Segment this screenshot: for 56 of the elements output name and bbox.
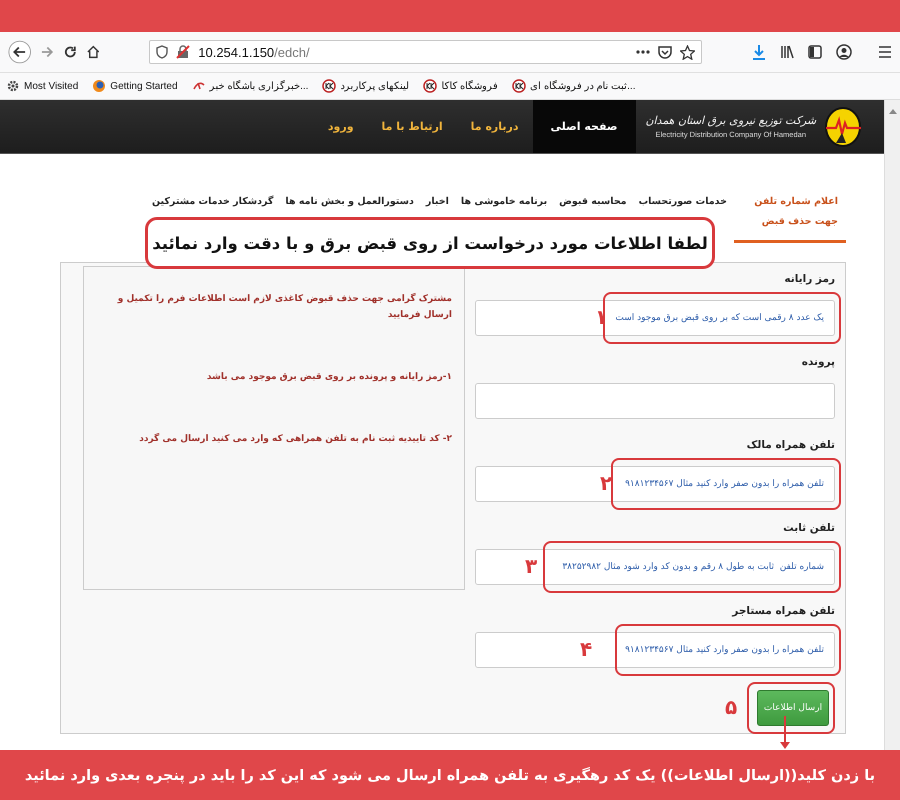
tab[interactable]: برنامه خاموشی ها [456, 190, 552, 213]
annotation-number: ۲ [600, 471, 612, 495]
library-icon[interactable] [780, 45, 794, 59]
field-label: تلفن همراه مالک [746, 439, 835, 453]
bookmark[interactable]: خبرگزاری باشگاه خبر... [192, 79, 308, 93]
menu-icon[interactable] [878, 46, 892, 58]
input-field[interactable] [475, 383, 835, 419]
footer-note: با زدن کلید((ارسال اطلاعات)) یک کد رهگیری به تلفن همراه ارسال می شود که این کد را باید در پنجره بعدی وارد نمائید [24, 768, 876, 784]
nav-link[interactable]: ورود [314, 100, 368, 153]
nav-link[interactable]: درباره ما [456, 100, 533, 153]
more-icon[interactable] [636, 50, 650, 54]
home-icon[interactable] [86, 45, 100, 59]
field-label: پرونده [800, 356, 835, 370]
tab[interactable]: خدمات صورتحساب [634, 190, 732, 213]
logo-icon [824, 106, 862, 146]
field-label: تلفن همراه مستاجر [730, 605, 835, 619]
tab[interactable]: محاسبه قبوض [554, 190, 632, 213]
logo-icon [512, 79, 526, 93]
globe-icon [92, 79, 106, 93]
annotation-number: ۳ [525, 554, 538, 578]
shield-icon[interactable] [156, 45, 168, 59]
back-icon[interactable] [8, 39, 32, 65]
annotation-number: ۴ [580, 637, 592, 661]
field-label: تلفن ثابت [782, 522, 835, 536]
tab[interactable]: دستورالعمل و بخش نامه ها [280, 190, 419, 213]
field-label: رمز رایانه [783, 273, 835, 287]
nav-link[interactable]: صفحه اصلی [532, 100, 636, 153]
pocket-icon[interactable] [658, 46, 672, 58]
tab[interactable]: گردشکار خدمات مشترکین [146, 190, 278, 213]
annotation-number: ۵ [725, 695, 738, 719]
sidebar-icon[interactable] [808, 45, 822, 59]
info-text: ۱-رمز رایانه و پرونده بر روی قبض برق موجود می باشد [206, 371, 452, 384]
tab[interactable]: اخبار [420, 190, 454, 213]
arrow [780, 716, 790, 749]
bookmark[interactable]: فروشگاه کاکا [423, 79, 498, 93]
address-bar[interactable]: 10.254.1.150/edch/ [149, 40, 702, 64]
bookmark[interactable]: ثبت نام در فروشگاه ای... [512, 79, 636, 93]
forward-icon[interactable] [41, 45, 54, 59]
nav-link[interactable]: ارتباط با ما [368, 100, 457, 153]
bookmark[interactable]: لینکهای پرکاربرد [322, 79, 410, 93]
download-icon[interactable] [752, 44, 766, 60]
scroll-up-icon[interactable] [888, 108, 896, 114]
info-text: مشترک گرامی جهت حذف قبوض کاغذی لازم است اطلاعات فرم را تکمیل و ارسال فرمایید [116, 292, 452, 322]
annotation-banner: لطفا اطلاعات مورد درخواست از روی قبض برق و با دقت وارد نمائید [145, 217, 715, 269]
logo-icon [322, 79, 336, 93]
tab[interactable]: اعلام شماره تلفن جهت حذف قبض [734, 190, 846, 243]
account-icon[interactable] [836, 44, 852, 60]
info-text: ۲- کد تاییدیه ثبت نام به تلفن همراهی که وارد می کنید ارسال می گردد [138, 432, 452, 446]
lock-icon[interactable] [176, 45, 190, 59]
star-icon[interactable] [680, 44, 695, 60]
bookmark[interactable]: Most Visited [6, 79, 78, 93]
bookmark[interactable]: Getting Started [92, 79, 178, 93]
reload-icon[interactable] [64, 45, 77, 59]
logo-icon [423, 79, 438, 93]
company-name: شرکت توزیع نیروی برق استان همدان [646, 114, 816, 127]
gear-icon [6, 79, 20, 93]
